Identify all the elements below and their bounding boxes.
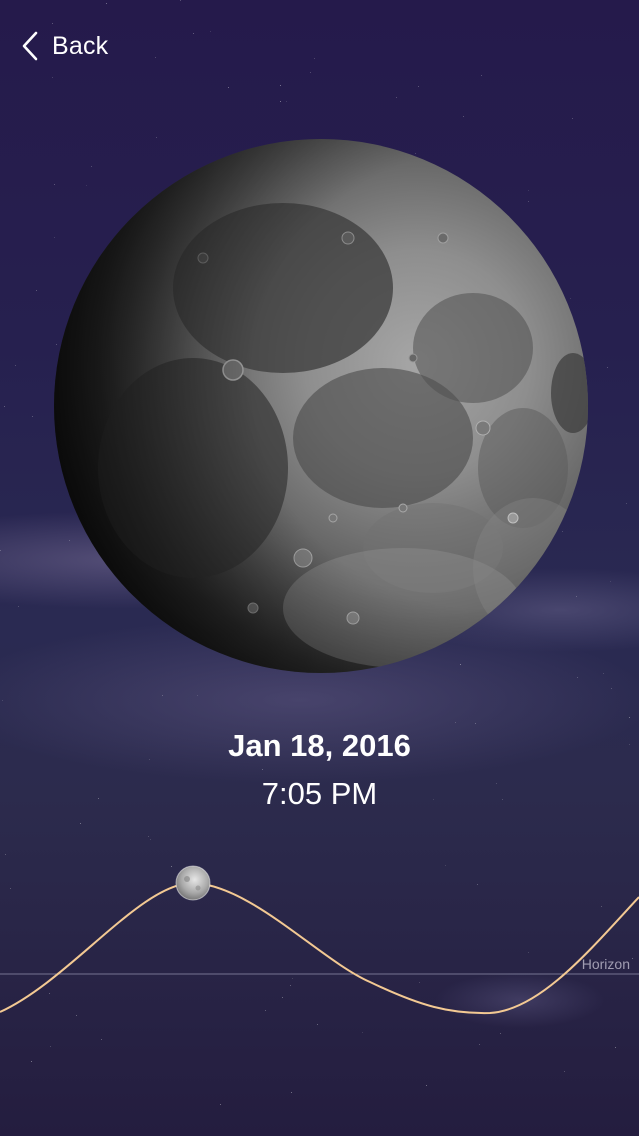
star — [463, 116, 464, 117]
star — [610, 581, 611, 582]
star — [475, 723, 476, 724]
star — [286, 101, 287, 102]
star — [155, 57, 156, 58]
back-label: Back — [52, 31, 109, 60]
star — [455, 722, 456, 723]
star — [564, 1071, 565, 1072]
star — [426, 1085, 427, 1086]
star — [106, 3, 107, 4]
date-label: Jan 18, 2016 — [228, 728, 411, 763]
star — [418, 86, 419, 87]
moon-position-icon[interactable] — [175, 865, 211, 901]
moon-altitude-curve — [0, 881, 639, 1015]
star — [15, 365, 16, 366]
back-button[interactable]: Back — [20, 28, 108, 64]
time-label: 7:05 PM — [261, 776, 378, 811]
star — [2, 700, 3, 701]
star — [291, 1092, 292, 1093]
star — [314, 58, 315, 59]
star — [180, 0, 181, 1]
moon-detail-screen: Back Jan 18, 2016 7:05 PM Horizon — [0, 0, 639, 1136]
star — [32, 416, 33, 417]
moon-image — [54, 139, 588, 673]
star — [577, 677, 578, 678]
star — [197, 695, 198, 696]
star — [396, 97, 397, 98]
star — [80, 823, 81, 824]
star — [148, 836, 149, 837]
star — [626, 503, 627, 504]
star — [31, 1061, 32, 1062]
chevron-left-icon — [22, 31, 38, 61]
star — [52, 77, 53, 78]
star — [481, 75, 482, 76]
star — [572, 118, 573, 119]
horizon-label: Horizon — [581, 956, 630, 972]
star — [280, 85, 281, 86]
star — [150, 839, 151, 840]
star — [262, 769, 263, 770]
star — [52, 23, 53, 24]
star — [220, 1104, 221, 1105]
star — [18, 606, 19, 607]
star — [210, 31, 211, 32]
star — [629, 717, 630, 718]
star — [228, 87, 229, 88]
star — [0, 550, 1, 551]
star — [193, 33, 194, 34]
star — [280, 101, 281, 102]
star — [611, 688, 612, 689]
star — [607, 367, 608, 368]
star — [4, 406, 5, 407]
star — [36, 290, 37, 291]
star — [310, 72, 311, 73]
star — [603, 673, 604, 674]
star — [162, 695, 163, 696]
moon-path-chart[interactable] — [0, 850, 639, 1050]
